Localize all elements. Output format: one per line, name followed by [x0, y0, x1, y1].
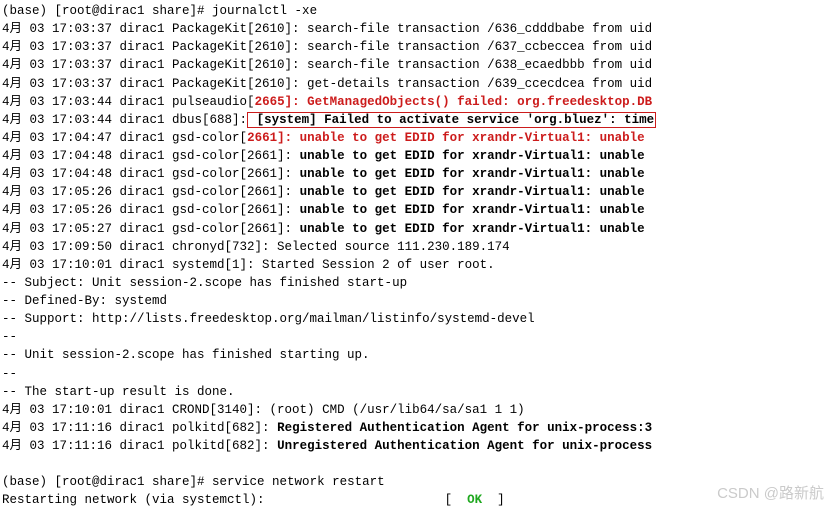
blank-line	[2, 455, 832, 473]
ok-status: OK	[467, 493, 482, 507]
log-line: 4月 03 17:04:48 dirac1 gsd-color[2661]: u…	[2, 165, 832, 183]
systemd-msg: -- Unit session-2.scope has finished sta…	[2, 346, 832, 364]
log-line: 4月 03 17:11:16 dirac1 polkitd[682]: Unre…	[2, 437, 832, 455]
prompt-line-2[interactable]: (base) [root@dirac1 share]# service netw…	[2, 473, 832, 491]
log-line-error: 4月 03 17:03:44 dirac1 pulseaudio[2665]: …	[2, 93, 832, 111]
restart-result: Restarting network (via systemctl): [ OK…	[2, 491, 832, 509]
systemd-definedby: -- Defined-By: systemd	[2, 292, 832, 310]
error-text: 2665]: GetManagedObjects() failed: org.f…	[255, 95, 653, 109]
systemd-result: -- The start-up result is done.	[2, 383, 832, 401]
log-line-highlighted: 4月 03 17:03:44 dirac1 dbus[688]: [system…	[2, 111, 832, 129]
systemd-blank: --	[2, 365, 832, 383]
command-input: journalctl -xe	[212, 4, 317, 18]
systemd-support: -- Support: http://lists.freedesktop.org…	[2, 310, 832, 328]
log-line: 4月 03 17:03:37 dirac1 PackageKit[2610]: …	[2, 75, 832, 93]
shell-prompt: (base) [root@dirac1 share]#	[2, 4, 212, 18]
highlighted-error: [system] Failed to activate service 'org…	[247, 112, 656, 128]
shell-prompt: (base) [root@dirac1 share]#	[2, 475, 212, 489]
log-line: 4月 03 17:05:26 dirac1 gsd-color[2661]: u…	[2, 201, 832, 219]
log-line: 4月 03 17:04:48 dirac1 gsd-color[2661]: u…	[2, 147, 832, 165]
watermark: CSDN @路新航	[717, 483, 824, 505]
log-line: 4月 03 17:11:16 dirac1 polkitd[682]: Regi…	[2, 419, 832, 437]
log-line: 4月 03 17:04:47 dirac1 gsd-color[2661]: u…	[2, 129, 832, 147]
log-line: 4月 03 17:03:37 dirac1 PackageKit[2610]: …	[2, 38, 832, 56]
log-line: 4月 03 17:10:01 dirac1 CROND[3140]: (root…	[2, 401, 832, 419]
log-line: 4月 03 17:03:37 dirac1 PackageKit[2610]: …	[2, 56, 832, 74]
log-line: 4月 03 17:05:26 dirac1 gsd-color[2661]: u…	[2, 183, 832, 201]
prompt-line-1[interactable]: (base) [root@dirac1 share]# journalctl -…	[2, 2, 832, 20]
command-input: service network restart	[212, 475, 385, 489]
systemd-blank: --	[2, 328, 832, 346]
log-line: 4月 03 17:03:37 dirac1 PackageKit[2610]: …	[2, 20, 832, 38]
log-line: 4月 03 17:05:27 dirac1 gsd-color[2661]: u…	[2, 220, 832, 238]
systemd-subject: -- Subject: Unit session-2.scope has fin…	[2, 274, 832, 292]
log-line: 4月 03 17:10:01 dirac1 systemd[1]: Starte…	[2, 256, 832, 274]
log-line: 4月 03 17:09:50 dirac1 chronyd[732]: Sele…	[2, 238, 832, 256]
